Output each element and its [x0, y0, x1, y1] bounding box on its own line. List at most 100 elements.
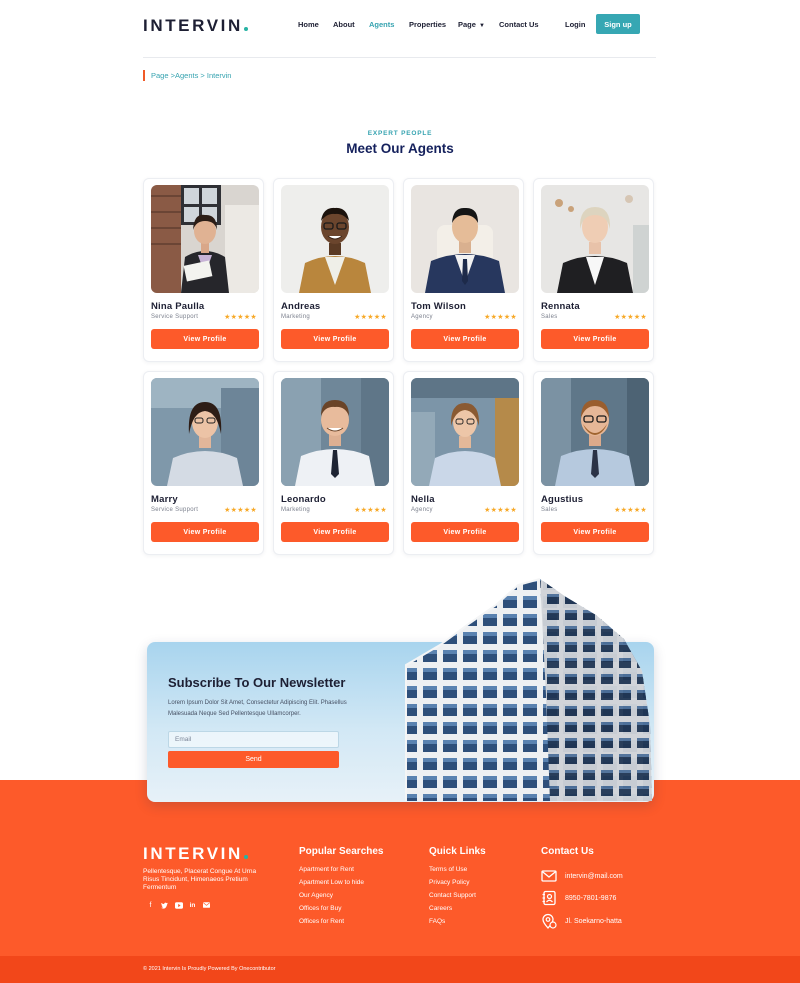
footer-link[interactable]: Apartment for Rent: [299, 863, 364, 876]
nav-properties[interactable]: Properties: [409, 20, 458, 29]
rating-stars-icon: ★★★★★: [484, 314, 517, 321]
main-nav: Home About Agents Properties Page ▼ Conta…: [298, 20, 539, 29]
view-profile-button[interactable]: View Profile: [281, 329, 389, 349]
footer-link[interactable]: Apartment Low to hide: [299, 876, 364, 889]
footer-link[interactable]: Offices for Buy: [299, 902, 364, 915]
view-profile-button[interactable]: View Profile: [281, 522, 389, 542]
nav-about[interactable]: About: [333, 20, 369, 29]
footer-logo-text: INTERVIN: [143, 844, 243, 863]
newsletter-title: Subscribe To Our Newsletter: [168, 675, 346, 690]
phone-book-icon: [542, 890, 556, 906]
contact-us-title: Contact Us: [541, 846, 594, 857]
footer-logo-dot: [243, 855, 248, 859]
agent-name: Agustius: [541, 494, 584, 505]
signup-button[interactable]: Sign up: [596, 14, 640, 34]
footer-link[interactable]: Contact Support: [429, 889, 476, 902]
agent-photo: [151, 185, 259, 293]
building-image: [405, 578, 652, 801]
contact-address: Jl. Soekarno-hatta: [565, 917, 622, 925]
view-profile-button[interactable]: View Profile: [411, 329, 519, 349]
footer-link[interactable]: Offices for Rent: [299, 915, 364, 928]
agent-role: Sales: [541, 507, 558, 513]
nav-page[interactable]: Page ▼: [458, 20, 499, 29]
rating-stars-icon: ★★★★★: [354, 314, 387, 321]
location-pin-icon: [542, 913, 557, 929]
agent-photo: [541, 378, 649, 486]
footer-description: Pellentesque, Placerat Congue At Urna Ri…: [143, 868, 257, 891]
nav-home[interactable]: Home: [298, 20, 333, 29]
agent-photo: [541, 185, 649, 293]
view-profile-button[interactable]: View Profile: [541, 522, 649, 542]
agents-grid: Nina Paulla Service Support ★★★★★ View P…: [143, 178, 657, 555]
agent-role: Service Support: [151, 314, 199, 320]
nav-page-label: Page: [458, 20, 476, 29]
contact-phone: 8950-7801-9876: [565, 894, 617, 902]
agent-role: Sales: [541, 314, 558, 320]
agent-card: Leonardo Marketing ★★★★★ View Profile: [273, 371, 394, 555]
agent-name: Marry: [151, 494, 178, 505]
contact-email-row[interactable]: intervin@mail.com: [541, 868, 623, 884]
agent-name: Tom Wilson: [411, 301, 467, 312]
agent-role: Marketing: [281, 507, 311, 513]
breadcrumb[interactable]: Page >Agents > Intervin: [143, 70, 231, 81]
footer-link[interactable]: Our Agency: [299, 889, 364, 902]
twitter-icon[interactable]: [161, 902, 168, 911]
newsletter-send-button[interactable]: Send: [168, 751, 339, 768]
agent-name: Andreas: [281, 301, 321, 312]
footer-link[interactable]: FAQs: [429, 915, 476, 928]
agent-name: Nina Paulla: [151, 301, 205, 312]
agent-name: Nella: [411, 494, 435, 505]
quick-links-title: Quick Links: [429, 846, 486, 857]
copyright-text: © 2021 Intervin Is Proudly Powered By On…: [143, 966, 276, 972]
view-profile-button[interactable]: View Profile: [541, 329, 649, 349]
footer-link[interactable]: Terms of Use: [429, 863, 476, 876]
agent-photo: [281, 378, 389, 486]
agent-card: Agustius Sales ★★★★★ View Profile: [533, 371, 654, 555]
contact-phone-row[interactable]: 8950-7801-9876: [541, 890, 616, 906]
agent-role: Marketing: [281, 314, 311, 320]
linkedin-icon[interactable]: in: [189, 902, 196, 911]
footer-link[interactable]: Privacy Policy: [429, 876, 476, 889]
agent-role: Agency: [411, 507, 433, 513]
agent-card: Marry Service Support ★★★★★ View Profile: [143, 371, 264, 555]
quick-links-list: Terms of Use Privacy Policy Contact Supp…: [429, 863, 476, 928]
rating-stars-icon: ★★★★★: [614, 507, 647, 514]
contact-email: intervin@mail.com: [565, 872, 623, 880]
contact-address-row[interactable]: Jl. Soekarno-hatta: [541, 913, 622, 929]
agent-card: Nina Paulla Service Support ★★★★★ View P…: [143, 178, 264, 362]
caret-down-icon: ▼: [478, 23, 485, 29]
agent-card: Andreas Marketing ★★★★★ View Profile: [273, 178, 394, 362]
agent-card: Tom Wilson Agency ★★★★★ View Profile: [403, 178, 524, 362]
facebook-icon[interactable]: f: [147, 902, 154, 911]
agent-photo: [281, 185, 389, 293]
view-profile-button[interactable]: View Profile: [151, 522, 259, 542]
header-divider: [143, 57, 656, 58]
mail-icon[interactable]: [203, 902, 210, 911]
rating-stars-icon: ★★★★★: [354, 507, 387, 514]
agent-role: Agency: [411, 314, 433, 320]
view-profile-button[interactable]: View Profile: [411, 522, 519, 542]
youtube-icon[interactable]: [175, 902, 183, 911]
nav-agents[interactable]: Agents: [369, 20, 409, 29]
rating-stars-icon: ★★★★★: [484, 507, 517, 514]
newsletter-text: Lorem Ipsum Dolor Sit Amet, Consectetur …: [168, 700, 347, 717]
section-title: Meet Our Agents: [346, 141, 454, 156]
view-profile-button[interactable]: View Profile: [151, 329, 259, 349]
newsletter-email-input[interactable]: [168, 731, 339, 748]
copyright-bar: © 2021 Intervin Is Proudly Powered By On…: [0, 956, 800, 983]
agent-card: Nella Agency ★★★★★ View Profile: [403, 371, 524, 555]
rating-stars-icon: ★★★★★: [224, 507, 257, 514]
agent-name: Leonardo: [281, 494, 326, 505]
rating-stars-icon: ★★★★★: [224, 314, 257, 321]
section-eyebrow: EXPERT PEOPLE: [367, 130, 433, 137]
login-link[interactable]: Login: [565, 20, 585, 29]
popular-searches-list: Apartment for Rent Apartment Low to hide…: [299, 863, 364, 928]
footer-logo[interactable]: INTERVIN: [143, 844, 248, 864]
agent-photo: [411, 185, 519, 293]
footer-link[interactable]: Careers: [429, 902, 476, 915]
agent-name: Rennata: [541, 301, 580, 312]
site-logo[interactable]: INTERVIN: [143, 16, 248, 36]
logo-dot: [243, 27, 248, 31]
social-links: f in: [147, 902, 210, 911]
nav-contact-us[interactable]: Contact Us: [499, 20, 539, 29]
